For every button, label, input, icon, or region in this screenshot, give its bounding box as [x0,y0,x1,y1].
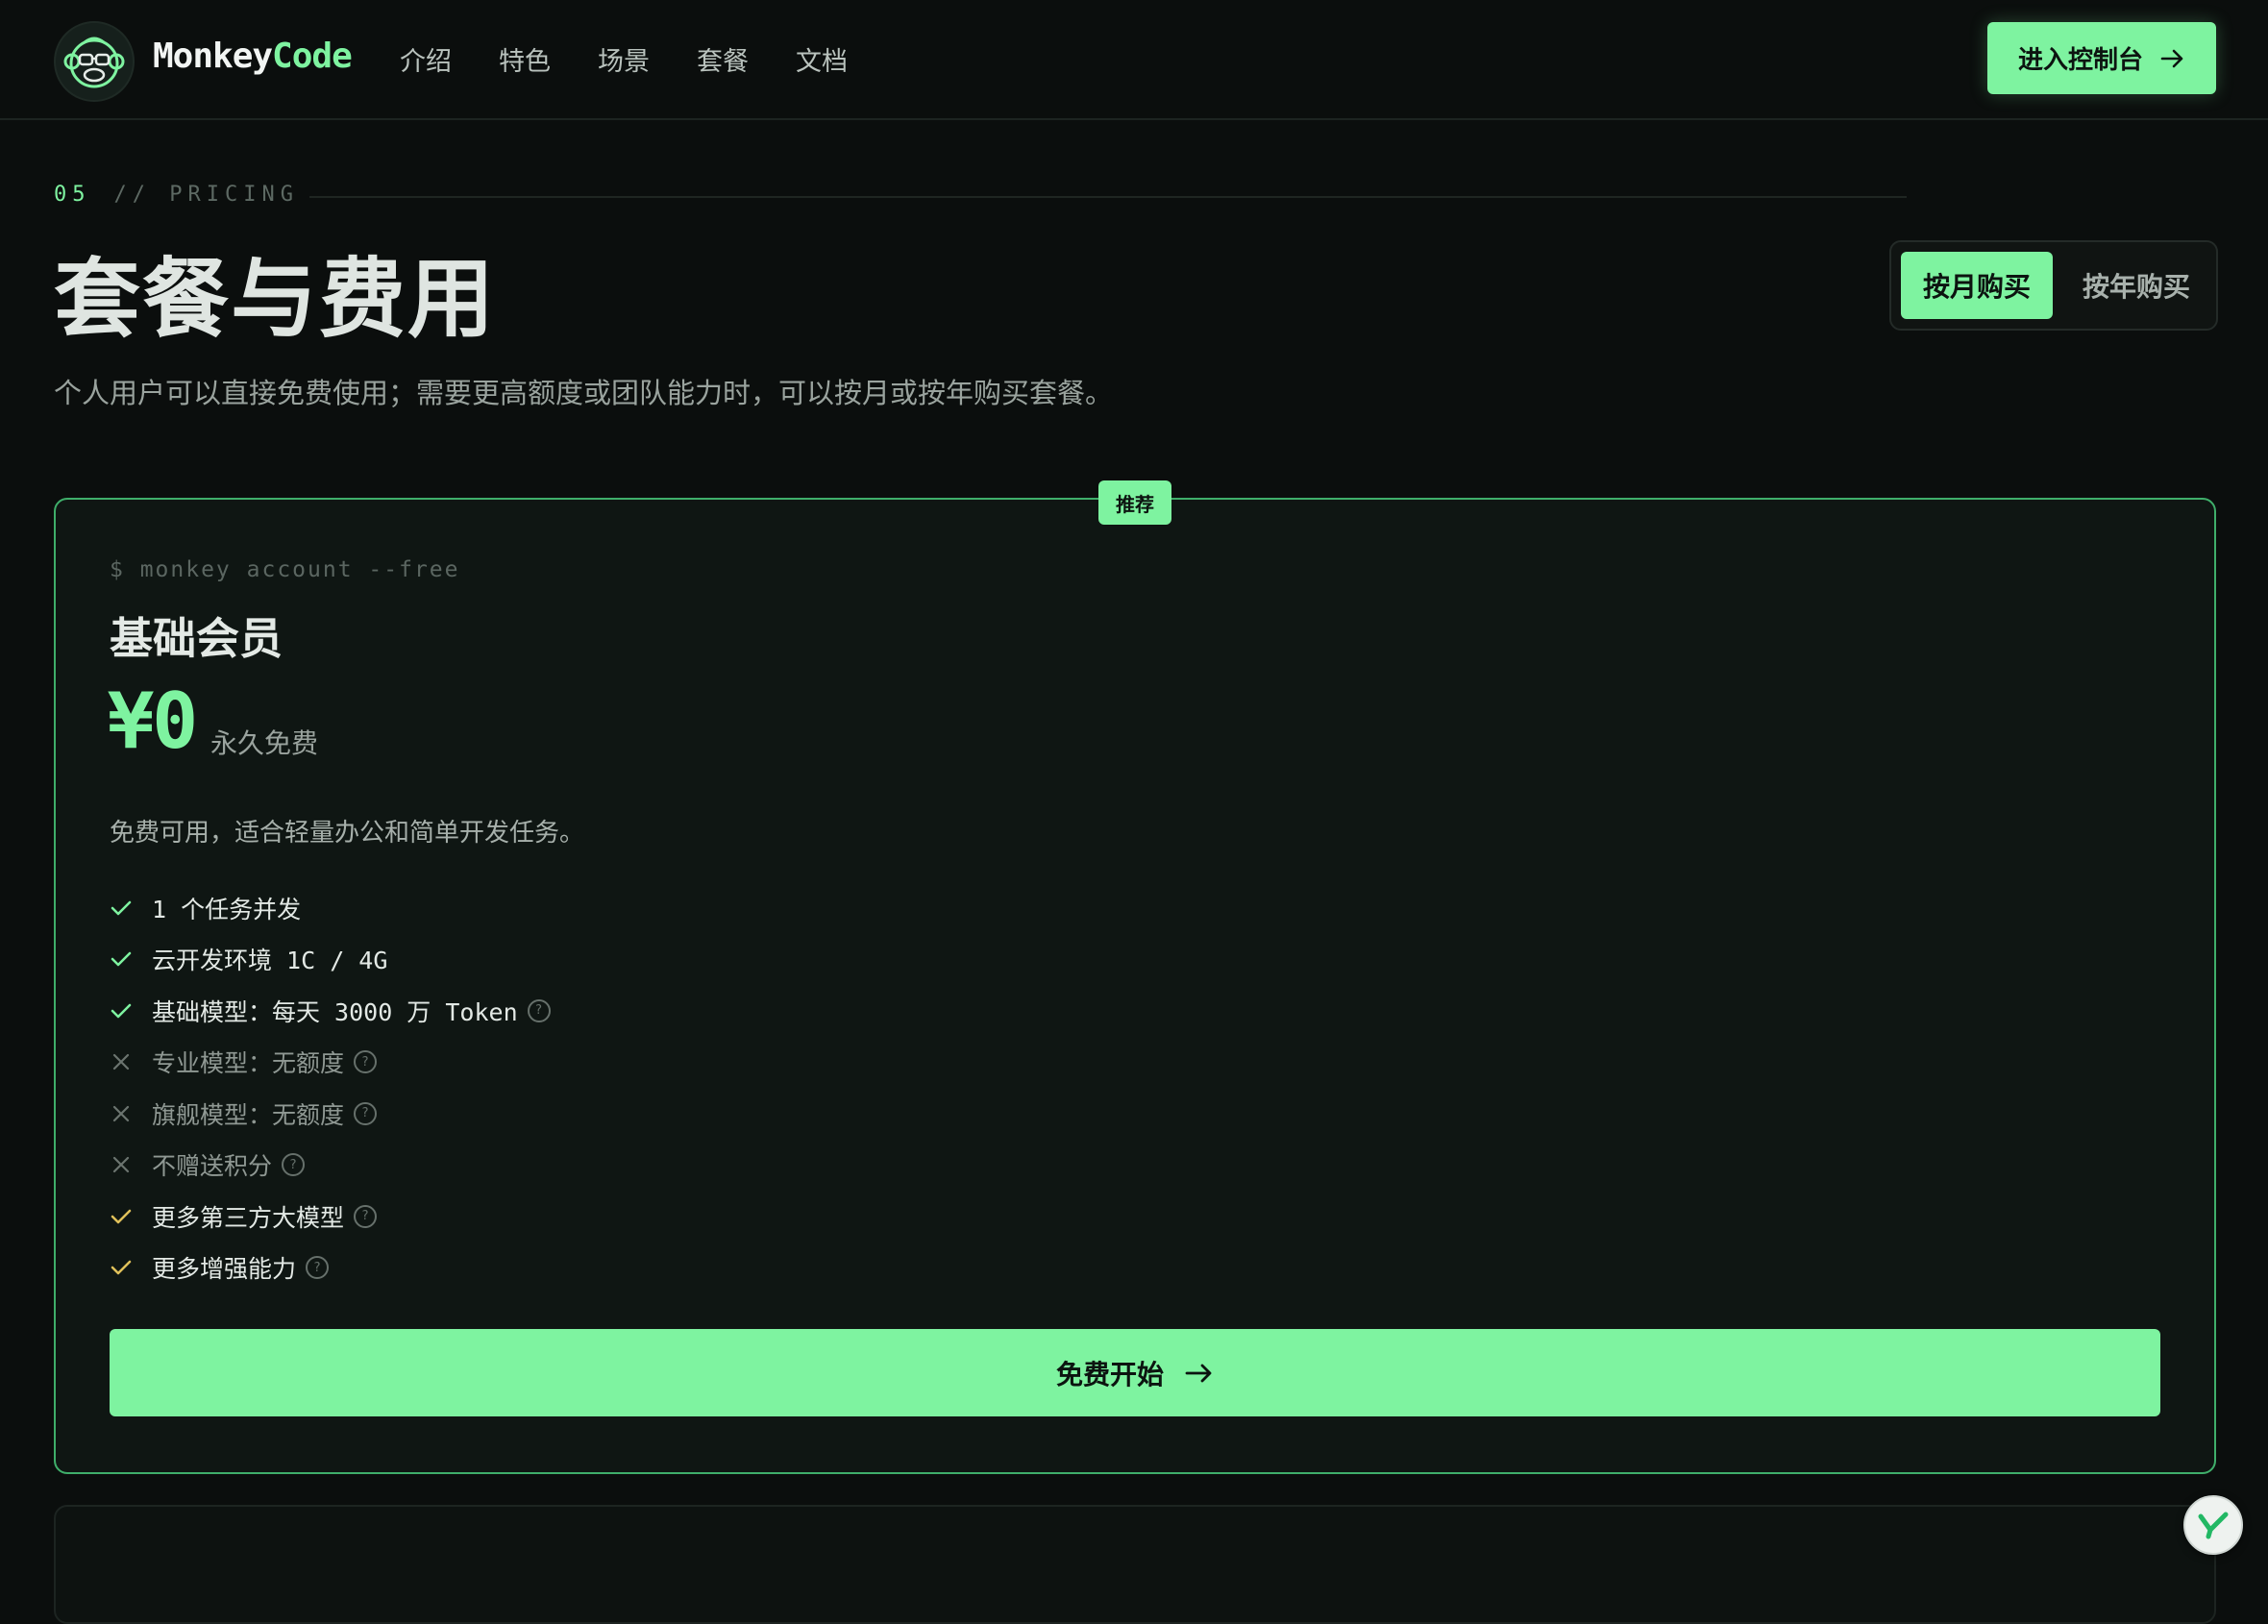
nav-item-docs[interactable]: 文档 [796,40,848,78]
section-eyebrow: 05 // PRICING [54,183,299,207]
feature-text: 专业模型：无额度 [152,1049,345,1078]
main-nav: 介绍 特色 场景 套餐 文档 [400,40,895,78]
feature-item: 1 个任务并发 [110,882,551,934]
help-icon[interactable]: ? [354,1101,378,1125]
eyebrow-divider [309,196,1907,198]
arrow-right-icon [2160,49,2183,67]
plan-card-next [54,1505,2216,1624]
feature-text: 1 个任务并发 [152,895,302,923]
help-icon[interactable]: ? [527,998,551,1022]
assistant-fab-icon[interactable] [2183,1495,2243,1555]
brand-name[interactable]: MonkeyCode [153,37,353,76]
toggle-yearly[interactable]: 按年购买 [2064,252,2208,319]
feature-text: 基础模型：每天 3000 万 Token [152,997,518,1026]
brand-primary: Monkey [153,37,273,76]
nav-item-intro[interactable]: 介绍 [400,40,452,78]
console-button-label: 进入控制台 [2017,46,2143,75]
feature-item: 更多第三方大模型 ? [110,1191,551,1243]
start-free-button[interactable]: 免费开始 [110,1329,2160,1416]
plan-command: $ monkey account --free [110,557,460,582]
feature-item: 更多增强能力 ? [110,1243,551,1294]
check-icon [110,1001,152,1021]
feature-item: 旗舰模型：无额度 ? [110,1088,551,1140]
help-icon[interactable]: ? [282,1153,306,1177]
section-number: 05 [54,183,91,207]
check-icon [110,1258,152,1277]
top-navbar: MonkeyCode 介绍 特色 场景 套餐 文档 进入控制台 [0,0,2268,120]
help-icon[interactable]: ? [306,1256,330,1280]
feature-item: 不赠送积分 ? [110,1140,551,1192]
recommended-badge: 推荐 [1098,480,1171,525]
plan-price: ¥0 [108,677,198,766]
section-subtitle: 个人用户可以直接免费使用；需要更高额度或团队能力时，可以按月或按年购买套餐。 [54,377,1114,409]
cross-icon [110,1155,152,1174]
nav-item-scenarios[interactable]: 场景 [598,40,650,78]
feature-list: 1 个任务并发 云开发环境 1C / 4G 基础模型：每天 3000 万 Tok… [110,882,551,1293]
page-title: 套餐与费用 [54,249,496,350]
help-icon[interactable]: ? [354,1050,378,1074]
plan-price-note: 永久免费 [210,727,319,759]
feature-item: 基础模型：每天 3000 万 Token ? [110,985,551,1037]
cta-label: 免费开始 [1055,1358,1164,1390]
toggle-monthly[interactable]: 按月购买 [1901,252,2053,319]
feature-text: 更多第三方大模型 [152,1203,345,1232]
check-icon [110,949,152,969]
billing-period-toggle: 按月购买 按年购买 [1889,240,2218,331]
nav-item-pricing[interactable]: 套餐 [697,40,749,78]
plan-description: 免费可用，适合轻量办公和简单开发任务。 [110,819,585,848]
feature-item: 专业模型：无额度 ? [110,1037,551,1089]
nav-item-features[interactable]: 特色 [499,40,551,78]
feature-text: 云开发环境 1C / 4G [152,947,388,975]
section-label: // PRICING [113,183,299,207]
arrow-right-icon [1185,1364,1212,1382]
feature-item: 云开发环境 1C / 4G [110,934,551,986]
plan-name: 基础会员 [110,613,284,664]
feature-text: 不赠送积分 [152,1152,273,1181]
cross-icon [110,1104,152,1123]
cross-icon [110,1052,152,1071]
check-icon [110,898,152,918]
monkey-logo-icon[interactable] [54,21,135,102]
help-icon[interactable]: ? [354,1204,378,1228]
check-icon [110,1207,152,1226]
enter-console-button[interactable]: 进入控制台 [1987,22,2216,94]
feature-text: 更多增强能力 [152,1255,297,1284]
feature-text: 旗舰模型：无额度 [152,1100,345,1129]
brand-accent: Code [272,37,353,76]
